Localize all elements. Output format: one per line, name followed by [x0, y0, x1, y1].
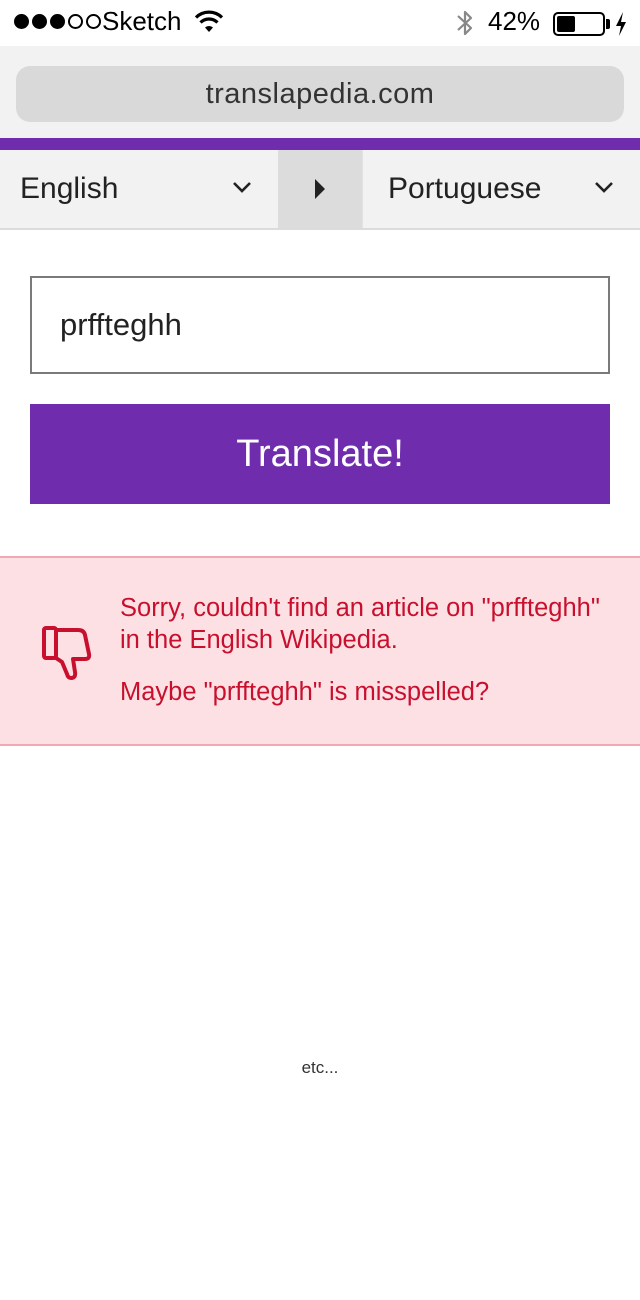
bluetooth-icon — [457, 10, 473, 36]
status-bar: Sketch 42% — [0, 0, 640, 46]
battery-percentage: 42% — [488, 6, 541, 36]
chevron-down-icon — [595, 182, 613, 193]
selector-divider — [362, 150, 363, 228]
charging-bolt-icon — [616, 12, 626, 36]
spelling-suggestion: Maybe "prffteghh" is misspelled? — [120, 678, 490, 706]
thumbs-down-icon — [42, 626, 92, 680]
error-alert: Sorry, couldn't find an article on "prff… — [0, 556, 640, 746]
battery-nub — [606, 19, 610, 29]
target-language-label: Portuguese — [388, 172, 542, 205]
address-bar-url: translapedia.com — [205, 77, 435, 110]
header-accent-strip — [0, 138, 640, 150]
wifi-icon — [194, 10, 224, 32]
target-language-select[interactable]: Portuguese — [362, 150, 640, 228]
language-selector-row: English Portuguese — [0, 150, 640, 230]
source-language-label: English — [20, 172, 119, 205]
carrier-name: Sketch — [102, 6, 182, 36]
translate-button[interactable]: Translate! — [30, 404, 610, 504]
swap-languages-button[interactable] — [278, 150, 362, 228]
source-language-select[interactable]: English — [0, 150, 278, 228]
battery-icon — [553, 12, 605, 36]
address-bar[interactable]: translapedia.com — [16, 66, 624, 122]
chevron-down-icon — [233, 182, 251, 193]
play-arrow-icon — [315, 179, 325, 199]
error-message: Sorry, couldn't find an article on "prff… — [120, 594, 600, 654]
browser-toolbar: translapedia.com — [0, 46, 640, 138]
search-input[interactable] — [30, 276, 610, 374]
error-message-block: Sorry, couldn't find an article on "prff… — [120, 592, 620, 708]
signal-strength-icon — [14, 14, 101, 29]
footer-placeholder-text: etc... — [301, 1058, 339, 1077]
